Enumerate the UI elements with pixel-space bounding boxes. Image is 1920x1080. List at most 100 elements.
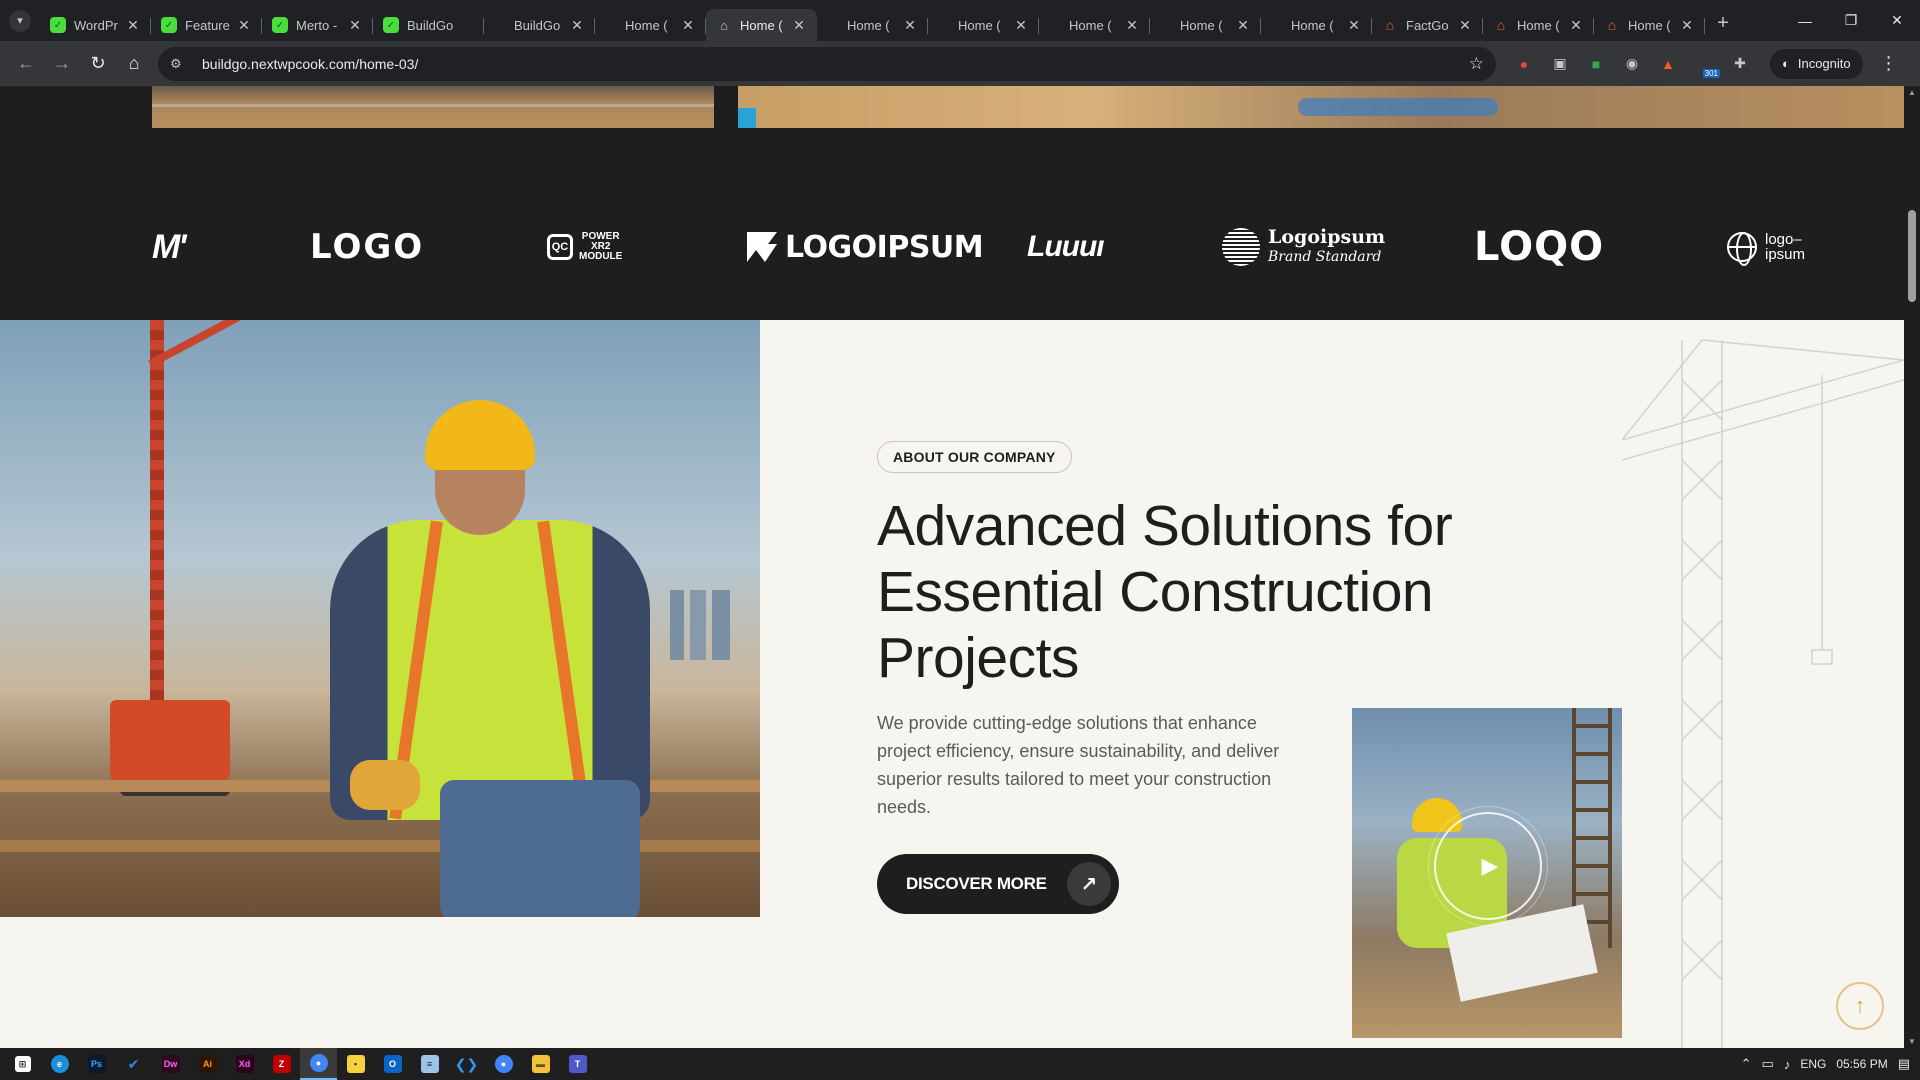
arrow-up-icon: ↑ xyxy=(1854,993,1866,1018)
new-tab-button[interactable]: + xyxy=(1705,12,1741,35)
home-button[interactable]: ⌂ xyxy=(116,46,152,82)
browser-tab[interactable]: Home ( ✕ xyxy=(928,9,1039,41)
browser-tab[interactable]: ✓ WordPr ✕ xyxy=(40,9,151,41)
vscode-icon[interactable]: ❮❯ xyxy=(448,1048,485,1080)
partner-logos: M' LOGO QC POWER XR2 MODULE LOGOIPSUM Lu… xyxy=(152,212,1812,282)
file-explorer-icon[interactable]: ▬ xyxy=(522,1048,559,1080)
close-icon[interactable]: ✕ xyxy=(1124,17,1140,34)
browser-tab[interactable]: Home (✕ xyxy=(1150,9,1261,41)
bookmark-star-icon[interactable]: ☆ xyxy=(1469,54,1484,74)
tab-title: Home ( xyxy=(1517,17,1560,33)
browser-tab[interactable]: BuildGo ✕ xyxy=(484,9,595,41)
extension-fire-icon[interactable]: ▲ xyxy=(1650,46,1686,82)
filezilla-icon[interactable]: Z xyxy=(263,1048,300,1080)
close-icon[interactable]: ✕ xyxy=(236,17,252,34)
brand-text: Logoipsum Brand Standard xyxy=(1268,227,1385,267)
outlook-icon[interactable]: O xyxy=(374,1048,411,1080)
sticky-notes-icon[interactable]: ▪ xyxy=(337,1048,374,1080)
chrome-active-icon[interactable]: ● xyxy=(300,1048,337,1080)
extension-green-icon[interactable]: ■ xyxy=(1578,46,1614,82)
close-window-button[interactable]: ✕ xyxy=(1874,0,1920,41)
teams-icon[interactable]: T xyxy=(559,1048,596,1080)
extension-badge-icon[interactable]: 301 xyxy=(1686,46,1722,82)
dreamweaver-icon[interactable]: Dw xyxy=(152,1048,189,1080)
tab-title: Home ( xyxy=(958,17,1001,33)
language-indicator[interactable]: ENG xyxy=(1800,1057,1826,1071)
crane-arm-shape xyxy=(148,320,347,368)
back-button[interactable]: ← xyxy=(8,46,44,82)
partner-logo-logo: LOGO xyxy=(310,227,425,267)
scroll-down-arrow-icon[interactable]: ▼ xyxy=(1904,1037,1920,1046)
chevron-up-icon[interactable]: ⌃ xyxy=(1741,1056,1752,1072)
close-icon[interactable]: ✕ xyxy=(1457,17,1473,34)
close-icon[interactable]: ✕ xyxy=(1568,17,1584,34)
edge-icon[interactable]: e xyxy=(41,1048,78,1080)
site-settings-icon[interactable]: ⚙ xyxy=(170,56,192,72)
video-thumbnail[interactable]: ▶ xyxy=(1352,708,1622,1038)
illustrator-icon[interactable]: Ai xyxy=(189,1048,226,1080)
reload-button[interactable]: ↻ xyxy=(80,46,116,82)
close-icon[interactable]: ✕ xyxy=(902,17,918,34)
close-icon[interactable]: ✕ xyxy=(1013,17,1029,34)
discover-more-label: DISCOVER MORE xyxy=(906,874,1047,893)
todo-icon[interactable]: ✔ xyxy=(115,1048,152,1080)
browser-tab[interactable]: Home (✕ xyxy=(817,9,928,41)
extension-print-icon[interactable]: ▣ xyxy=(1542,46,1578,82)
menu-icon[interactable]: ⋮ xyxy=(1871,53,1907,74)
green-leaf-icon: ✓ xyxy=(272,17,288,33)
close-icon[interactable]: ✕ xyxy=(347,17,363,34)
notifications-icon[interactable]: ▤ xyxy=(1898,1056,1910,1072)
browser-tab[interactable]: Home ( ✕ xyxy=(1261,9,1372,41)
browser-tab[interactable]: Home (✕ xyxy=(595,9,706,41)
tab-title: Home ( xyxy=(1291,17,1334,33)
browser-tab[interactable]: ✓ Merto - ✕ xyxy=(262,9,373,41)
minimize-button[interactable]: — xyxy=(1782,0,1828,41)
tab-title: FactGo xyxy=(1406,17,1449,33)
extension-red-icon[interactable]: ● xyxy=(1506,46,1542,82)
restore-button[interactable]: ❐ xyxy=(1828,0,1874,41)
xd-icon[interactable]: Xd xyxy=(226,1048,263,1080)
play-video-button[interactable]: ▶ xyxy=(1428,806,1548,926)
browser-tab[interactable]: ⌂ FactGo ✕ xyxy=(1372,9,1483,41)
notepad-icon[interactable]: ≡ xyxy=(411,1048,448,1080)
puzzle-icon[interactable]: ✚ xyxy=(1722,46,1758,82)
clock[interactable]: 05:56 PM xyxy=(1836,1057,1887,1071)
tab-title: Merto - xyxy=(296,17,338,33)
incognito-indicator[interactable]: ◐ Incognito xyxy=(1770,48,1863,79)
tab-search-button[interactable]: ▾ xyxy=(0,0,40,41)
browser-tab-active[interactable]: ⌂ Home (✕ xyxy=(706,9,817,41)
close-icon[interactable]: ✕ xyxy=(569,17,585,34)
volume-icon[interactable]: ♪ xyxy=(1784,1057,1791,1072)
logoipsum-mark-icon xyxy=(747,232,777,262)
qc-line: MODULE xyxy=(579,251,623,262)
address-bar[interactable]: ⚙ buildgo.nextwpcook.com/home-03/ ☆ xyxy=(158,46,1496,81)
close-icon[interactable]: ✕ xyxy=(125,17,141,34)
scroll-up-arrow-icon[interactable]: ▲ xyxy=(1904,88,1920,97)
partner-logo-script: Luuuı xyxy=(1027,230,1105,263)
network-icon[interactable]: ▭ xyxy=(1762,1056,1774,1072)
close-icon[interactable]: ✕ xyxy=(1679,17,1695,34)
brand-circle-icon xyxy=(1222,228,1260,266)
extension-camera-icon[interactable]: ◉ xyxy=(1614,46,1650,82)
excavator-shape xyxy=(110,700,230,796)
logoipsum-text: LOGOIPSUM xyxy=(785,229,984,265)
page-scrollbar[interactable]: ▲ ▼ xyxy=(1904,86,1920,1048)
browser-tab[interactable]: ⌂ Home (✕ xyxy=(1483,9,1594,41)
close-icon[interactable]: ✕ xyxy=(1346,17,1362,34)
close-icon[interactable]: ✕ xyxy=(680,17,696,34)
close-icon[interactable]: ✕ xyxy=(791,17,807,34)
scroll-thumb[interactable] xyxy=(1908,210,1916,302)
chrome-icon[interactable]: ● xyxy=(485,1048,522,1080)
browser-tab[interactable]: ⌂ Home (✕ xyxy=(1594,9,1705,41)
photoshop-icon[interactable]: Ps xyxy=(78,1048,115,1080)
page-viewport: M' LOGO QC POWER XR2 MODULE LOGOIPSUM Lu… xyxy=(0,86,1904,1048)
discover-more-button[interactable]: DISCOVER MORE ↗ xyxy=(877,854,1119,914)
windows-start-icon[interactable]: ⊞ xyxy=(4,1048,41,1080)
browser-tab[interactable]: ✓ BuildGo xyxy=(373,9,484,41)
forward-button[interactable]: → xyxy=(44,46,80,82)
scroll-to-top-button[interactable]: ↑ xyxy=(1836,982,1884,1030)
browser-tab[interactable]: ✓ Feature ✕ xyxy=(151,9,262,41)
browser-tab[interactable]: Home ( ✕ xyxy=(1039,9,1150,41)
close-icon[interactable]: ✕ xyxy=(1235,17,1251,34)
tab-title: Home ( xyxy=(1069,17,1112,33)
